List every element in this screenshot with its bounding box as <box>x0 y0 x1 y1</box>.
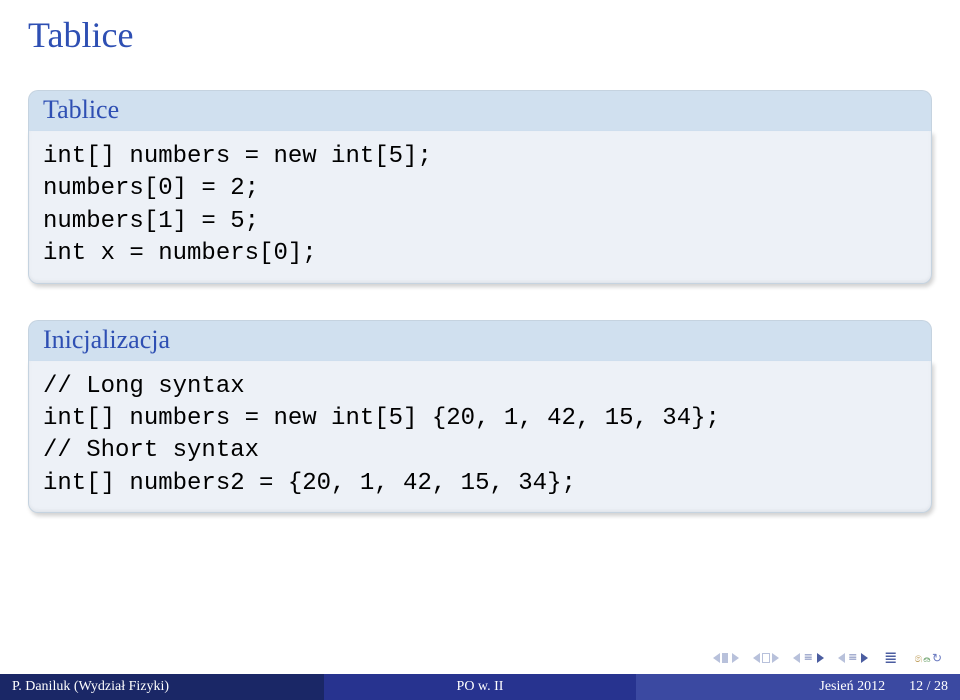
code-line: int[] numbers2 = {20, 1, 42, 15, 34}; <box>43 470 576 497</box>
nav-next-icon[interactable]: ≡ <box>838 650 868 667</box>
code-line: numbers[1] = 5; <box>43 208 259 235</box>
block-body: // Long syntax int[] numbers = new int[5… <box>28 361 932 514</box>
footer-right: Jesień 2012 12 / 28 <box>636 674 960 700</box>
nav-first-icon[interactable] <box>713 653 739 663</box>
nav-prev-section-icon[interactable] <box>753 653 779 663</box>
footer-title: PO w. II <box>324 674 636 700</box>
block-title: Inicjalizacja <box>28 320 932 361</box>
footer-page-number: 12 / 28 <box>909 679 948 695</box>
code-line: numbers[0] = 2; <box>43 175 259 202</box>
slide-title: Tablice <box>0 0 960 64</box>
block-body: int[] numbers = new int[5]; numbers[0] =… <box>28 131 932 284</box>
code-line: // Long syntax <box>43 373 245 400</box>
nav-loop-icon[interactable]: ෢෧෬↻ <box>913 652 942 664</box>
block-tablice: Tablice int[] numbers = new int[5]; numb… <box>28 90 932 284</box>
footer-term: Jesień 2012 <box>819 679 885 695</box>
beamer-nav-bar: ≡ ≡ ≣ ෢෧෬↻ <box>713 648 942 668</box>
code-line: // Short syntax <box>43 437 259 464</box>
nav-outline-icon[interactable]: ≣ <box>884 648 897 668</box>
code-line: int x = numbers[0]; <box>43 240 317 267</box>
block-title: Tablice <box>28 90 932 131</box>
footer-bar: P. Daniluk (Wydział Fizyki) PO w. II Jes… <box>0 674 960 700</box>
nav-prev-icon[interactable]: ≡ <box>793 650 823 667</box>
code-line: int[] numbers = new int[5]; <box>43 143 432 170</box>
block-inicjalizacja: Inicjalizacja // Long syntax int[] numbe… <box>28 320 932 514</box>
code-line: int[] numbers = new int[5] {20, 1, 42, 1… <box>43 405 720 432</box>
footer-author: P. Daniluk (Wydział Fizyki) <box>0 674 324 700</box>
